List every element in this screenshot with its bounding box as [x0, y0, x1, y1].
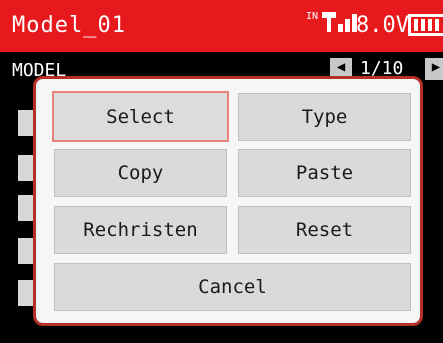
voltage-readout: 8.0V: [356, 13, 409, 38]
reset-button[interactable]: Reset: [238, 206, 411, 254]
select-button[interactable]: Select: [52, 91, 229, 142]
arrow-left-icon: ◀: [336, 59, 346, 75]
antenna-icon: [322, 12, 337, 32]
battery-cell: [414, 19, 418, 31]
cancel-button[interactable]: Cancel: [54, 263, 411, 311]
status-bar: Model_01 IN 8.0V: [0, 0, 443, 52]
model-name: Model_01: [12, 13, 126, 38]
signal-bar: [345, 19, 351, 32]
battery-cell: [428, 19, 432, 31]
model-menu-dialog: Select Type Copy Paste Rechristen Reset …: [33, 76, 423, 326]
rechristen-button[interactable]: Rechristen: [54, 206, 227, 254]
signal-icon: IN: [306, 11, 358, 32]
battery-cell: [435, 19, 439, 31]
paste-button[interactable]: Paste: [238, 149, 411, 197]
arrow-right-icon: ▶: [431, 59, 441, 75]
next-page-button[interactable]: ▶: [425, 58, 443, 80]
battery-icon: [408, 14, 443, 36]
battery-cell: [421, 19, 425, 31]
type-button[interactable]: Type: [238, 93, 411, 141]
signal-label: IN: [306, 11, 319, 22]
signal-bar: [338, 24, 344, 32]
copy-button[interactable]: Copy: [54, 149, 227, 197]
